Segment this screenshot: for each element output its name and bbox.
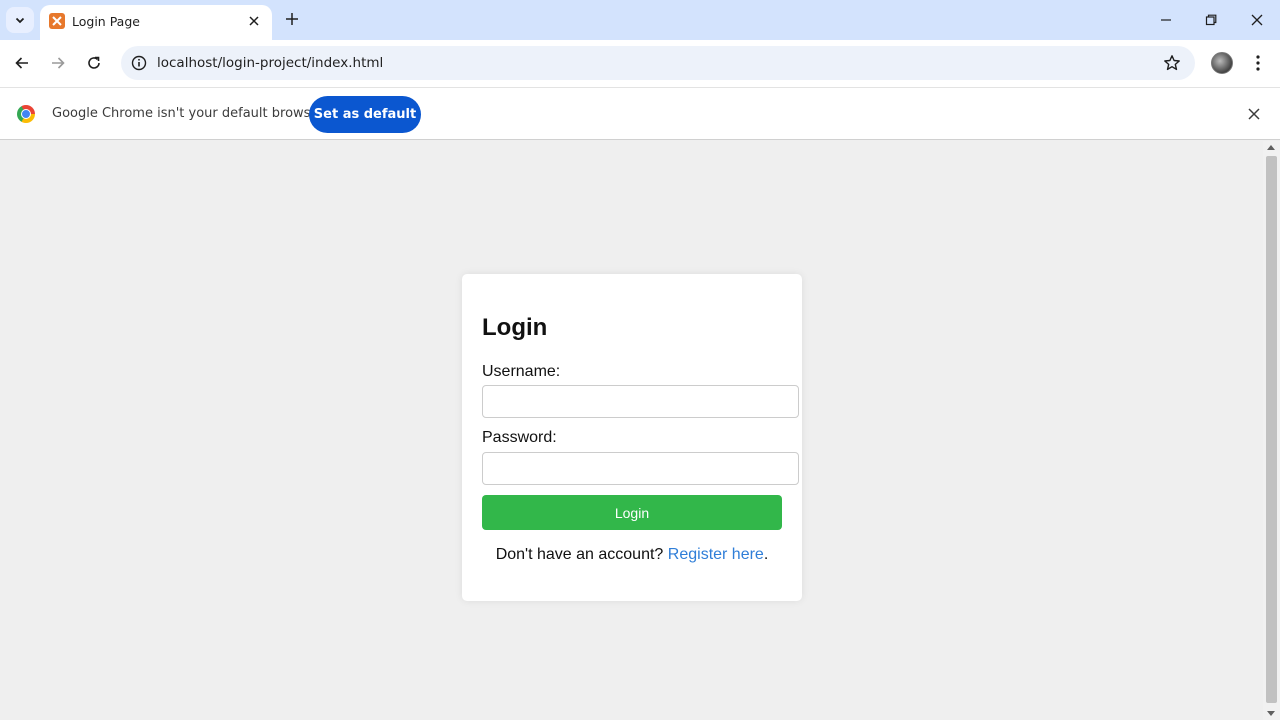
tab-strip: Login Page bbox=[0, 0, 1280, 40]
menu-button[interactable] bbox=[1248, 51, 1268, 75]
reload-icon bbox=[88, 56, 100, 69]
login-card: Login Username: Password: Login Don't ha… bbox=[462, 274, 802, 601]
info-icon bbox=[131, 55, 147, 71]
back-button[interactable] bbox=[9, 50, 35, 76]
close-icon bbox=[1251, 14, 1263, 26]
register-suffix: . bbox=[763, 546, 769, 563]
restore-icon bbox=[1205, 14, 1217, 26]
tab-search-button[interactable] bbox=[6, 7, 34, 33]
tab-title: Login Page bbox=[72, 14, 140, 29]
bookmark-button[interactable] bbox=[1161, 52, 1183, 74]
minimize-button[interactable] bbox=[1152, 6, 1180, 34]
register-prompt-line: Don't have an account? Register here. bbox=[462, 546, 802, 564]
scroll-thumb[interactable] bbox=[1266, 156, 1277, 703]
scroll-up-arrow-icon[interactable] bbox=[1267, 145, 1275, 150]
close-icon bbox=[1248, 108, 1260, 120]
set-as-default-button[interactable]: Set as default bbox=[309, 96, 421, 133]
password-input[interactable] bbox=[482, 452, 799, 485]
password-label: Password: bbox=[482, 429, 557, 446]
infobar-message: Google Chrome isn't your default browser bbox=[52, 106, 324, 121]
username-input[interactable] bbox=[482, 385, 799, 418]
forward-icon bbox=[52, 57, 65, 69]
reload-button[interactable] bbox=[81, 50, 107, 76]
browser-toolbar: localhost/login-project/index.html bbox=[0, 40, 1280, 87]
close-icon bbox=[249, 16, 259, 26]
login-button[interactable]: Login bbox=[482, 495, 782, 530]
username-label: Username: bbox=[482, 363, 561, 380]
more-vert-icon bbox=[1256, 55, 1260, 71]
profile-avatar[interactable] bbox=[1211, 52, 1233, 74]
infobar-close-button[interactable] bbox=[1243, 103, 1265, 125]
url-text[interactable]: localhost/login-project/index.html bbox=[157, 55, 383, 71]
new-tab-button[interactable] bbox=[281, 8, 303, 30]
tab-close-button[interactable] bbox=[244, 11, 264, 31]
close-window-button[interactable] bbox=[1243, 6, 1271, 34]
plus-icon bbox=[286, 13, 298, 25]
page-title: Login bbox=[482, 314, 548, 341]
minimize-icon bbox=[1161, 19, 1171, 21]
back-icon bbox=[15, 57, 28, 69]
tab-login-page[interactable]: Login Page bbox=[40, 5, 272, 40]
default-browser-infobar: Google Chrome isn't your default browser… bbox=[0, 87, 1280, 140]
register-link[interactable]: Register here bbox=[668, 546, 764, 563]
forward-button[interactable] bbox=[45, 50, 71, 76]
scroll-down-arrow-icon[interactable] bbox=[1267, 711, 1275, 716]
star-icon bbox=[1164, 55, 1180, 71]
xampp-favicon-icon bbox=[49, 13, 65, 29]
chevron-down-icon bbox=[15, 17, 25, 24]
site-info-button[interactable] bbox=[129, 53, 149, 73]
address-bar[interactable]: localhost/login-project/index.html bbox=[121, 46, 1195, 80]
page-scrollbar[interactable] bbox=[1263, 141, 1280, 720]
chrome-logo-icon bbox=[17, 105, 35, 123]
restore-button[interactable] bbox=[1197, 6, 1225, 34]
register-prompt-text: Don't have an account? bbox=[495, 546, 664, 563]
